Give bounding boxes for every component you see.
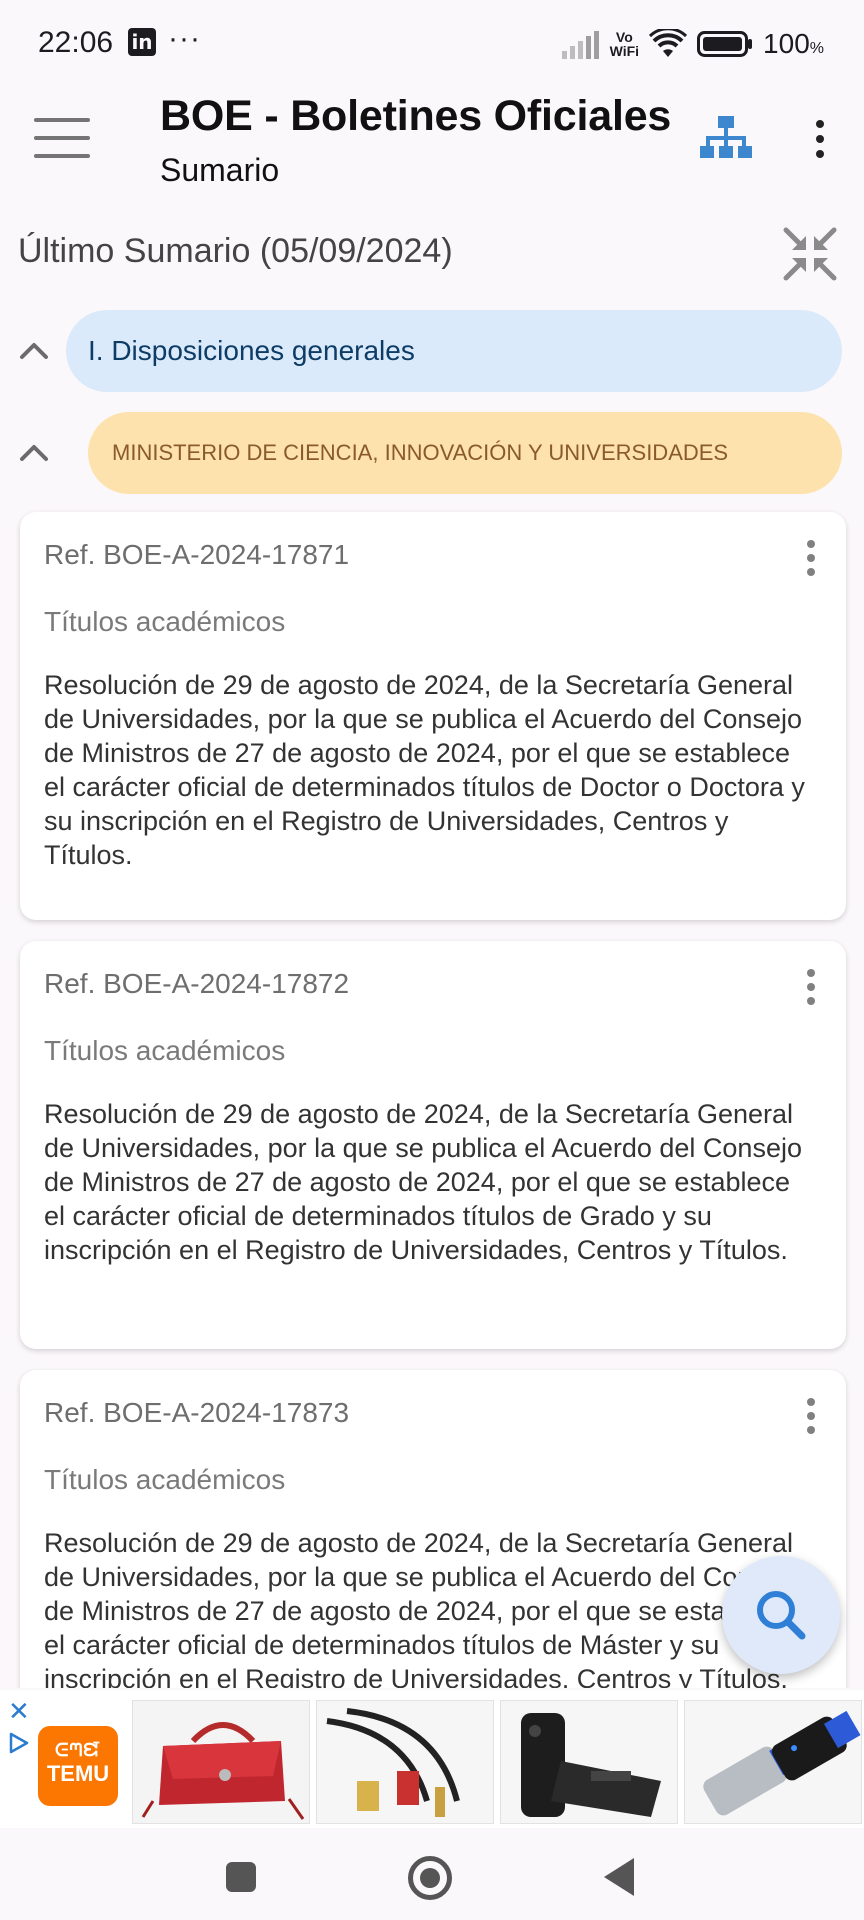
collapse-all-icon[interactable] bbox=[782, 226, 838, 282]
temu-logo[interactable]: ᕮᘉᘿ TEMU bbox=[38, 1726, 118, 1806]
status-time: 22:06 bbox=[38, 26, 114, 59]
adchoices-icon[interactable] bbox=[8, 1732, 30, 1754]
list-item[interactable]: Ref. BOE-A-2024-17872 Títulos académicos… bbox=[20, 941, 846, 1349]
app-subtitle: Sumario bbox=[160, 152, 280, 188]
chevron-up-icon[interactable] bbox=[16, 435, 52, 471]
menu-icon[interactable] bbox=[34, 118, 90, 162]
list-item[interactable]: Ref. BOE-A-2024-17871 Títulos académicos… bbox=[20, 512, 846, 920]
item-text: Resolución de 29 de agosto de 2024, de l… bbox=[44, 1099, 802, 1265]
ad-banner[interactable]: ✕ ᕮᘉᘿ TEMU bbox=[0, 1690, 864, 1828]
signal-icon bbox=[561, 31, 599, 59]
ad-product-usb-adapters[interactable] bbox=[684, 1700, 862, 1824]
back-button[interactable] bbox=[604, 1858, 634, 1896]
department-ministerio-ciencia[interactable]: MINISTERIO DE CIENCIA, INNOVACIÓN Y UNIV… bbox=[88, 412, 842, 494]
item-more-vert-icon[interactable] bbox=[804, 969, 818, 1009]
item-more-vert-icon[interactable] bbox=[804, 1398, 818, 1438]
battery-icon bbox=[697, 31, 753, 57]
section-disposiciones-generales[interactable]: I. Disposiciones generales bbox=[66, 310, 842, 392]
recents-button[interactable] bbox=[226, 1862, 256, 1892]
more-vert-icon[interactable] bbox=[812, 120, 828, 164]
vowifi-indicator: Vo WiFi bbox=[609, 29, 640, 59]
item-ref: Ref. BOE-A-2024-17872 bbox=[44, 968, 350, 999]
ad-product-phone-case[interactable] bbox=[500, 1700, 678, 1824]
search-fab[interactable] bbox=[722, 1556, 840, 1674]
summary-title: Último Sumario (05/09/2024) bbox=[18, 232, 453, 270]
item-category: Títulos académicos bbox=[44, 1035, 286, 1066]
wifi-icon bbox=[649, 29, 688, 57]
sitemap-icon[interactable] bbox=[700, 114, 752, 164]
item-category: Títulos académicos bbox=[44, 606, 286, 637]
chevron-up-icon[interactable] bbox=[16, 333, 52, 369]
ad-product-handbag[interactable] bbox=[132, 1700, 310, 1824]
search-icon bbox=[757, 1591, 806, 1640]
ad-product-rca-cable[interactable] bbox=[316, 1700, 494, 1824]
app-bar: BOE - Boletines Oficiales Sumario bbox=[0, 86, 864, 206]
app-title: BOE - Boletines Oficiales bbox=[160, 92, 672, 140]
item-more-vert-icon[interactable] bbox=[804, 540, 818, 580]
more-notifications-icon: ··· bbox=[168, 22, 201, 55]
item-ref: Ref. BOE-A-2024-17873 bbox=[44, 1397, 350, 1428]
item-category: Títulos académicos bbox=[44, 1464, 286, 1495]
status-indicators: Vo WiFi 100% bbox=[561, 24, 824, 64]
item-text: Resolución de 29 de agosto de 2024, de l… bbox=[44, 1528, 802, 1688]
item-text: Resolución de 29 de agosto de 2024, de l… bbox=[44, 670, 805, 870]
status-bar: 22:06 in ··· Vo WiFi 100% bbox=[0, 0, 864, 86]
linkedin-notification-icon: in bbox=[128, 28, 156, 56]
battery-level: 100% bbox=[763, 28, 824, 59]
items-list[interactable]: Ref. BOE-A-2024-17871 Títulos académicos… bbox=[0, 500, 864, 1688]
close-icon[interactable]: ✕ bbox=[8, 1698, 30, 1724]
item-ref: Ref. BOE-A-2024-17871 bbox=[44, 539, 350, 570]
system-navigation-bar bbox=[0, 1828, 864, 1920]
home-button[interactable] bbox=[408, 1856, 452, 1900]
